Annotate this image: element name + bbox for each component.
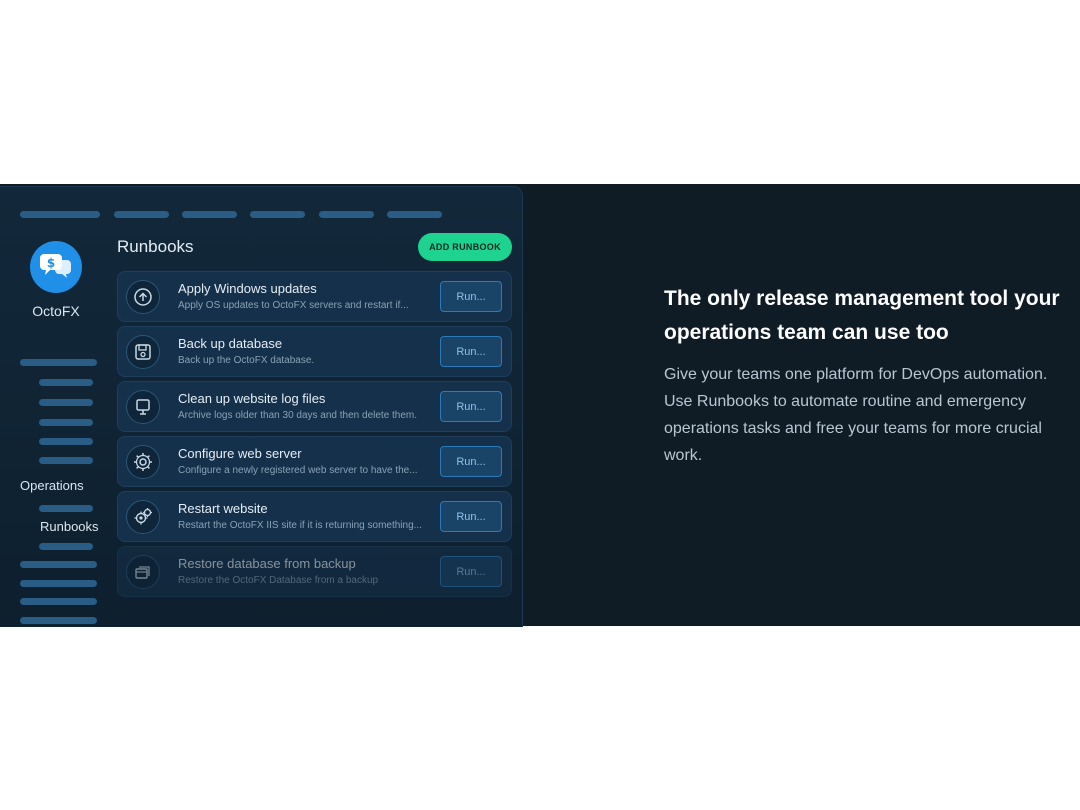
- runbook-description: Back up the OctoFX database.: [178, 355, 315, 366]
- run-button[interactable]: Run...: [440, 281, 502, 312]
- marketing-body: Give your teams one platform for DevOps …: [664, 366, 1048, 464]
- runbook-description: Restore the OctoFX Database from a backu…: [178, 575, 379, 586]
- gear-icon: [126, 445, 160, 479]
- nav-placeholder[interactable]: [319, 211, 374, 218]
- octofx-logo: $: [30, 241, 82, 293]
- nav-placeholder[interactable]: [182, 211, 237, 218]
- run-button[interactable]: Run...: [440, 446, 502, 477]
- runbook-row[interactable]: Apply Windows updates Apply OS updates t…: [117, 271, 512, 322]
- monitor-icon: [126, 390, 160, 424]
- nav-placeholder[interactable]: [20, 211, 100, 218]
- run-button[interactable]: Run...: [440, 336, 502, 367]
- nav-placeholder[interactable]: [387, 211, 442, 218]
- runbook-title: Apply Windows updates: [178, 281, 317, 296]
- sidebar-placeholder[interactable]: [39, 505, 93, 512]
- svg-text:$: $: [47, 256, 55, 270]
- nav-placeholder[interactable]: [250, 211, 305, 218]
- runbook-title: Back up database: [178, 336, 283, 351]
- sidebar-placeholder[interactable]: [20, 580, 97, 587]
- run-button[interactable]: Run...: [440, 501, 502, 532]
- sidebar-item-runbooks[interactable]: Runbooks: [40, 519, 99, 534]
- save-disk-icon: [126, 335, 160, 369]
- sidebar-placeholder[interactable]: [39, 419, 93, 426]
- nav-placeholder[interactable]: [114, 211, 169, 218]
- runbook-row[interactable]: Configure web server Configure a newly r…: [117, 436, 512, 487]
- runbook-description: Configure a newly registered web server …: [178, 465, 418, 476]
- runbook-description: Archive logs older than 30 days and then…: [178, 410, 418, 421]
- sidebar-placeholder[interactable]: [20, 598, 97, 605]
- sidebar-placeholder[interactable]: [39, 379, 93, 386]
- add-runbook-button[interactable]: ADD RUNBOOK: [418, 233, 512, 261]
- chat-dollar-icon: $: [40, 254, 71, 278]
- gears-icon: [126, 500, 160, 534]
- runbook-row[interactable]: Restore database from backup Restore the…: [117, 546, 512, 597]
- app-mockup: $ OctoFX Operations Runbooks Runbooks AD…: [0, 186, 523, 627]
- sidebar-placeholder[interactable]: [20, 359, 97, 366]
- sidebar-placeholder[interactable]: [39, 399, 93, 406]
- runbook-row[interactable]: Clean up website log files Archive logs …: [117, 381, 512, 432]
- run-button[interactable]: Run...: [440, 556, 502, 587]
- sidebar-placeholder[interactable]: [20, 561, 97, 568]
- sidebar-section-operations[interactable]: Operations: [20, 478, 84, 493]
- runbook-description: Restart the OctoFX IIS site if it is ret…: [178, 520, 422, 531]
- page-title: Runbooks: [117, 237, 194, 256]
- runbook-title: Clean up website log files: [178, 391, 326, 406]
- restore-icon: [126, 555, 160, 589]
- sidebar-placeholder[interactable]: [39, 457, 93, 464]
- sidebar-placeholder[interactable]: [20, 617, 97, 624]
- runbook-description: Apply OS updates to OctoFX servers and r…: [178, 300, 409, 311]
- upload-circle-icon: [126, 280, 160, 314]
- sidebar-placeholder[interactable]: [39, 543, 93, 550]
- runbook-title: Restart website: [178, 501, 268, 516]
- marketing-headline: The only release management tool your op…: [664, 287, 1060, 344]
- brand-name: OctoFX: [32, 303, 80, 319]
- runbook-title: Restore database from backup: [178, 556, 356, 571]
- run-button[interactable]: Run...: [440, 391, 502, 422]
- sidebar-placeholder[interactable]: [39, 438, 93, 445]
- runbook-row[interactable]: Restart website Restart the OctoFX IIS s…: [117, 491, 512, 542]
- runbook-title: Configure web server: [178, 446, 302, 461]
- runbook-row[interactable]: Back up database Back up the OctoFX data…: [117, 326, 512, 377]
